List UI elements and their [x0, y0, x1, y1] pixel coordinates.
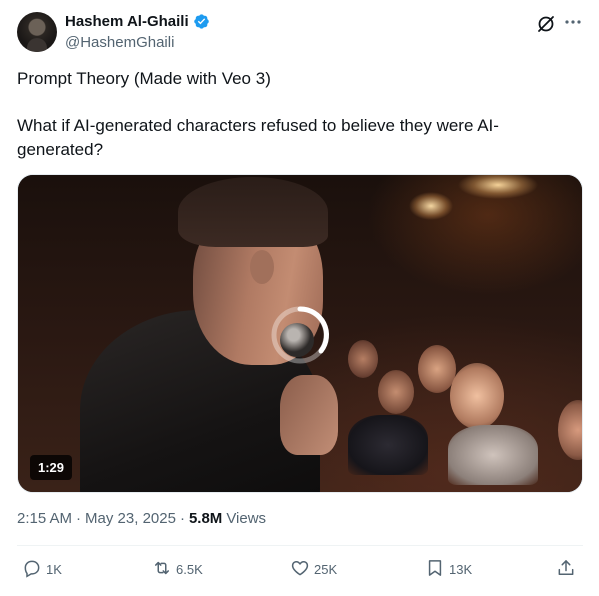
video-duration-badge: 1:29 — [30, 455, 73, 480]
performer-ear — [250, 250, 274, 284]
performer-hair — [178, 177, 328, 247]
views-count: 5.8M — [188, 510, 223, 527]
share-icon — [556, 558, 576, 581]
tweet-text-line1: Prompt Theory (Made with Veo 3) — [17, 69, 271, 88]
video-player[interactable]: 1:29 — [17, 174, 583, 493]
grok-icon[interactable] — [536, 14, 556, 34]
retweet-count: 6.5K — [176, 562, 203, 577]
tweet-meta: 2:15 AM · May 23, 2025 · 5.8M Views — [17, 510, 266, 527]
performer-hand — [280, 375, 338, 455]
retweet-icon — [152, 558, 172, 581]
avatar[interactable] — [17, 12, 57, 52]
tweet-text-line2: What if AI-generated characters refused … — [17, 116, 499, 159]
audience-face — [348, 340, 378, 378]
audience-face — [450, 363, 504, 429]
bookmark-button[interactable]: 13K — [425, 558, 472, 581]
action-bar: 1K 6.5K 25K 13K — [0, 556, 599, 588]
divider — [17, 545, 583, 546]
meta-separator: · — [179, 510, 185, 527]
like-count: 25K — [314, 562, 338, 577]
meta-separator: · — [76, 510, 82, 527]
reply-button[interactable]: 1K — [22, 558, 62, 581]
audience-face — [348, 415, 428, 475]
loading-spinner-icon — [268, 303, 332, 367]
verified-badge-icon — [193, 13, 210, 30]
views-label: Views — [226, 510, 267, 527]
share-button[interactable] — [556, 558, 576, 581]
reply-count: 1K — [46, 562, 62, 577]
tweet-card: Hashem Al-Ghaili @HashemGhaili Prompt Th… — [0, 0, 599, 596]
author-handle[interactable]: @HashemGhaili — [65, 34, 174, 51]
bookmark-icon — [425, 558, 445, 581]
bookmark-count: 13K — [449, 562, 473, 577]
author-display-name[interactable]: Hashem Al-Ghaili — [65, 13, 189, 30]
more-options-icon[interactable] — [563, 12, 583, 32]
tweet-time[interactable]: 2:15 AM — [17, 510, 72, 527]
audience-face — [378, 370, 414, 414]
author-name-row: Hashem Al-Ghaili — [65, 13, 210, 30]
audience-face — [448, 425, 538, 485]
heart-icon — [290, 558, 310, 581]
tweet-date[interactable]: May 23, 2025 — [85, 510, 176, 527]
retweet-button[interactable]: 6.5K — [152, 558, 203, 581]
like-button[interactable]: 25K — [290, 558, 337, 581]
reply-icon — [22, 558, 42, 581]
